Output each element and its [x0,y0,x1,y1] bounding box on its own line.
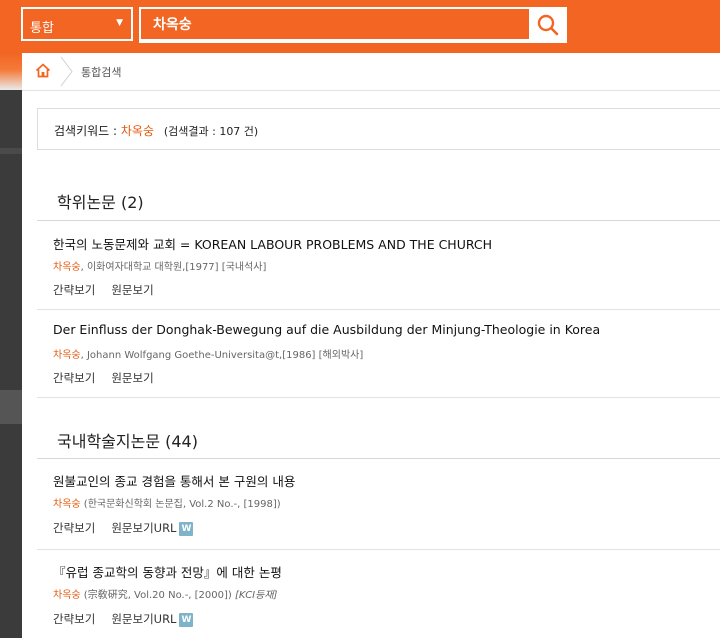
item-divider [37,309,720,310]
result-title[interactable]: 『유럽 종교학의 동향과 전망』에 대한 논평 [53,562,282,581]
result-author[interactable]: 차옥숭 [53,350,81,361]
section-divider [37,458,720,459]
result-links: 간략보기 원문보기URL W [53,520,194,536]
search-input[interactable] [141,9,529,39]
search-summary: 검색키워드 : 차옥숭 (검색결과 : 107 건) [37,108,720,150]
result-author[interactable]: 차옥숭 [53,590,81,601]
result-meta: 차옥숭 (한국문화신학회 논문집, Vol.2 No.-, [1998]) [53,495,281,510]
brief-view-link[interactable]: 간략보기 [53,612,95,626]
result-title[interactable]: Der Einfluss der Donghak-Bewegung auf di… [53,322,600,337]
breadcrumb: 통합검색 [22,53,720,91]
brief-view-link[interactable]: 간략보기 [53,521,95,535]
search-box [139,7,567,43]
breadcrumb-separator-icon [60,56,73,87]
result-author[interactable]: 차옥숭 [53,262,81,273]
web-badge-icon[interactable]: W [179,521,194,536]
result-meta: 차옥숭, Johann Wolfgang Goethe-Universita@t… [53,346,363,361]
caret-down-icon: ▼ [116,18,123,28]
section-divider [37,220,720,221]
content-panel: 통합검색 검색키워드 : 차옥숭 (검색결과 : 107 건) 학위논문 (2)… [22,53,720,638]
brief-view-link[interactable]: 간략보기 [53,371,95,385]
summary-label: 검색키워드 : [54,124,118,138]
fulltext-link[interactable]: 원문보기 [111,371,153,385]
result-source: (한국문화신학회 논문집, Vol.2 No.-, [1998]) [80,499,281,510]
result-links: 간략보기 원문보기URL W [53,611,194,627]
sidebar-active-marker [0,390,22,424]
result-source: (宗敎硏究, Vol.20 No.-, [2000]) [80,590,232,601]
result-source: , Johann Wolfgang Goethe-Universita@t,[1… [80,350,364,361]
result-title[interactable]: 한국의 노동문제와 교회 = KOREAN LABOUR PROBLEMS AN… [53,234,492,253]
section-title-journal[interactable]: 국내학술지논문 (44) [57,428,198,452]
brief-view-link[interactable]: 간략보기 [53,283,95,297]
result-links: 간략보기 원문보기 [53,370,154,386]
web-badge-icon[interactable]: W [179,612,194,627]
summary-result-count: (검색결과 : 107 건) [163,125,259,138]
search-button[interactable] [529,7,567,43]
result-source: , 이화여자대학교 대학원,[1977] [국내석사] [80,262,267,273]
left-sidebar-strip [0,90,22,638]
summary-keyword: 차옥숭 [120,124,155,138]
section-title-thesis[interactable]: 학위논문 (2) [57,189,144,213]
result-title[interactable]: 원불교인의 종교 경험을 통해서 본 구원의 내용 [53,471,295,490]
result-meta: 차옥숭 (宗敎硏究, Vol.20 No.-, [2000]) [KCI등재] [53,586,277,601]
fulltext-url-link[interactable]: 원문보기URL [111,521,176,535]
result-meta: 차옥숭, 이화여자대학교 대학원,[1977] [국내석사] [53,258,266,273]
search-icon [537,14,559,36]
kci-tag: [KCI등재] [235,590,278,601]
fulltext-link[interactable]: 원문보기 [111,283,153,297]
search-scope-value: 통합 [30,21,54,36]
item-divider [37,549,720,550]
breadcrumb-current[interactable]: 통합검색 [81,64,121,80]
result-links: 간략보기 원문보기 [53,282,154,298]
sidebar-divider [0,148,22,154]
search-scope-select[interactable]: 통합 ▼ [21,7,133,41]
home-icon[interactable] [35,63,51,78]
result-author[interactable]: 차옥숭 [53,499,81,510]
fulltext-url-link[interactable]: 원문보기URL [111,612,176,626]
item-divider [37,397,720,398]
